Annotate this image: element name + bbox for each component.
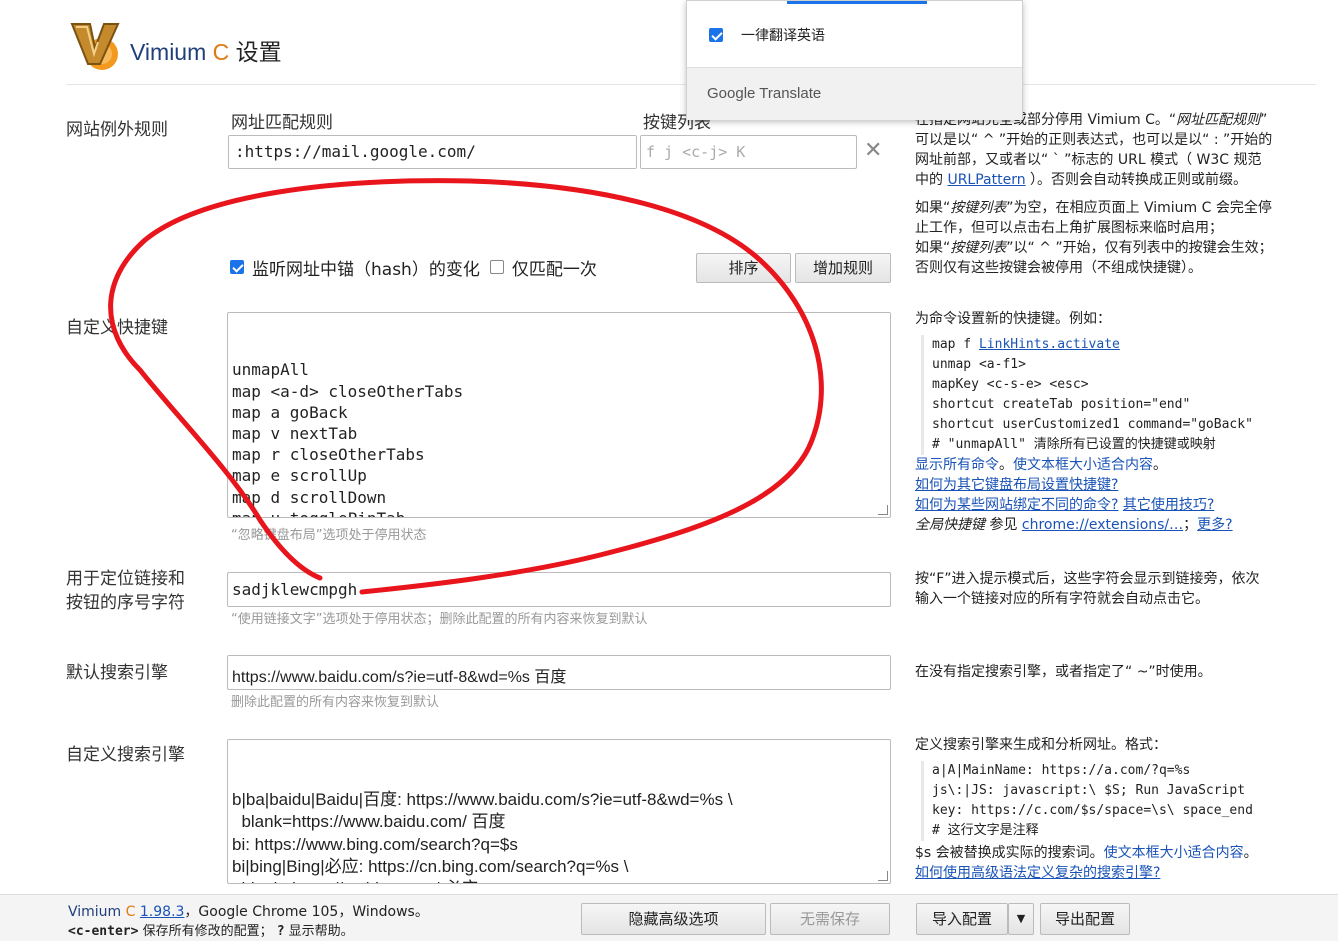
import-button[interactable]: 导入配置 [916, 903, 1008, 935]
chevron-down-icon: ▼ [1016, 912, 1026, 925]
hide-advanced-button[interactable]: 隐藏高级选项 [581, 903, 766, 935]
translate-popup: 一律翻译英语 Google Translate [686, 0, 1023, 120]
footer-bar: Vimium C 1.98.3，Google Chrome 105，Window… [0, 894, 1338, 941]
no-save-button[interactable]: 无需保存 [770, 903, 890, 935]
red-annotation-circle [108, 178, 824, 595]
footer-shortcut-hint: <c-enter> 保存所有修改的配置； ? 显示帮助。 [68, 924, 354, 939]
export-button[interactable]: 导出配置 [1040, 903, 1130, 935]
translate-tab-indicator [787, 1, 927, 4]
translate-footer: Google Translate [687, 67, 1022, 120]
version-link[interactable]: 1.98.3 [140, 904, 185, 920]
always-translate-checkbox[interactable] [709, 28, 723, 42]
save-kbd: <c-enter> [68, 924, 139, 939]
import-dropdown-button[interactable]: ▼ [1008, 903, 1034, 935]
always-translate-label: 一律翻译英语 [741, 28, 825, 44]
footer-version-line: Vimium C 1.98.3，Google Chrome 105，Window… [68, 904, 429, 920]
always-translate-row[interactable]: 一律翻译英语 [709, 25, 825, 45]
google-translate-brand: Google Translate [707, 85, 822, 102]
